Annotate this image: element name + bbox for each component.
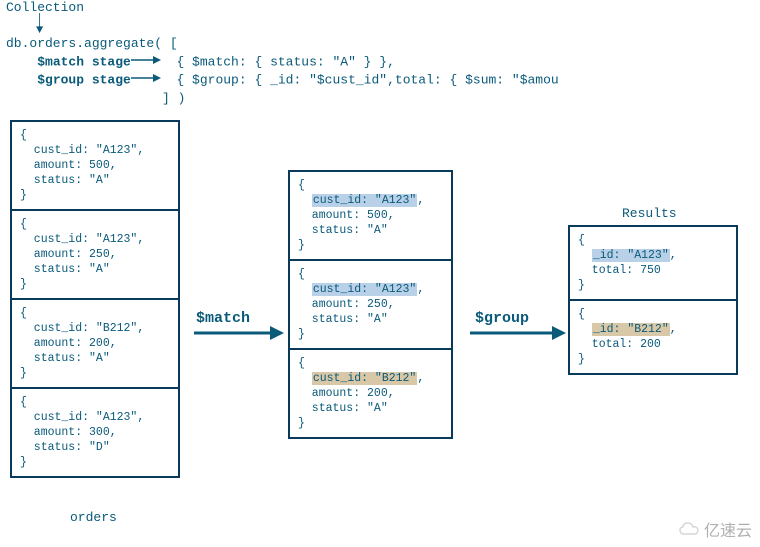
arrow-right-icon [131, 53, 161, 71]
aggregate-line: db.orders.aggregate( [ [6, 35, 559, 53]
results-title: Results [622, 206, 677, 221]
order-doc: { cust_id: "A123", amount: 300, status: … [12, 389, 178, 476]
results-column: { _id: "A123", total: 750 } { _id: "B212… [568, 225, 738, 375]
order-doc: { cust_id: "B212", amount: 200, status: … [12, 300, 178, 389]
match-stage-label: $match stage [37, 54, 131, 69]
group-stage-line: $group stage { $group: { _id: "$cust_id"… [6, 71, 559, 89]
arrow-right-icon [131, 71, 161, 89]
matched-doc: { cust_id: "A123", amount: 250, status: … [290, 261, 451, 350]
matched-doc: { cust_id: "A123", amount: 500, status: … [290, 172, 451, 261]
order-doc: { cust_id: "A123", amount: 250, status: … [12, 211, 178, 300]
matched-doc: { cust_id: "B212", amount: 200, status: … [290, 350, 451, 437]
code-header: Collection │▼ db.orders.aggregate( [ $ma… [6, 0, 559, 108]
collection-label: Collection [6, 0, 559, 15]
result-doc: { _id: "B212", total: 200 } [570, 301, 736, 373]
match-stage-line: $match stage { $match: { status: "A" } }… [6, 53, 559, 71]
close-line: ] ) [6, 90, 559, 108]
matched-column: { cust_id: "A123", amount: 500, status: … [288, 170, 453, 439]
orders-caption: orders [70, 510, 117, 525]
group-stage-label: $group stage [37, 73, 131, 88]
cloud-icon [678, 521, 700, 537]
watermark-text: 亿速云 [704, 517, 752, 541]
watermark: 亿速云 [678, 517, 752, 541]
match-code: { $match: { status: "A" } }, [176, 54, 394, 69]
arrow-right-icon [194, 325, 284, 341]
result-doc: { _id: "A123", total: 750 } [570, 227, 736, 301]
group-code: { $group: { _id: "$cust_id",total: { $su… [176, 73, 558, 88]
arrow-right-icon [470, 325, 566, 341]
arrow-down-icon: │▼ [36, 15, 559, 35]
orders-column: { cust_id: "A123", amount: 500, status: … [10, 120, 180, 478]
order-doc: { cust_id: "A123", amount: 500, status: … [12, 122, 178, 211]
